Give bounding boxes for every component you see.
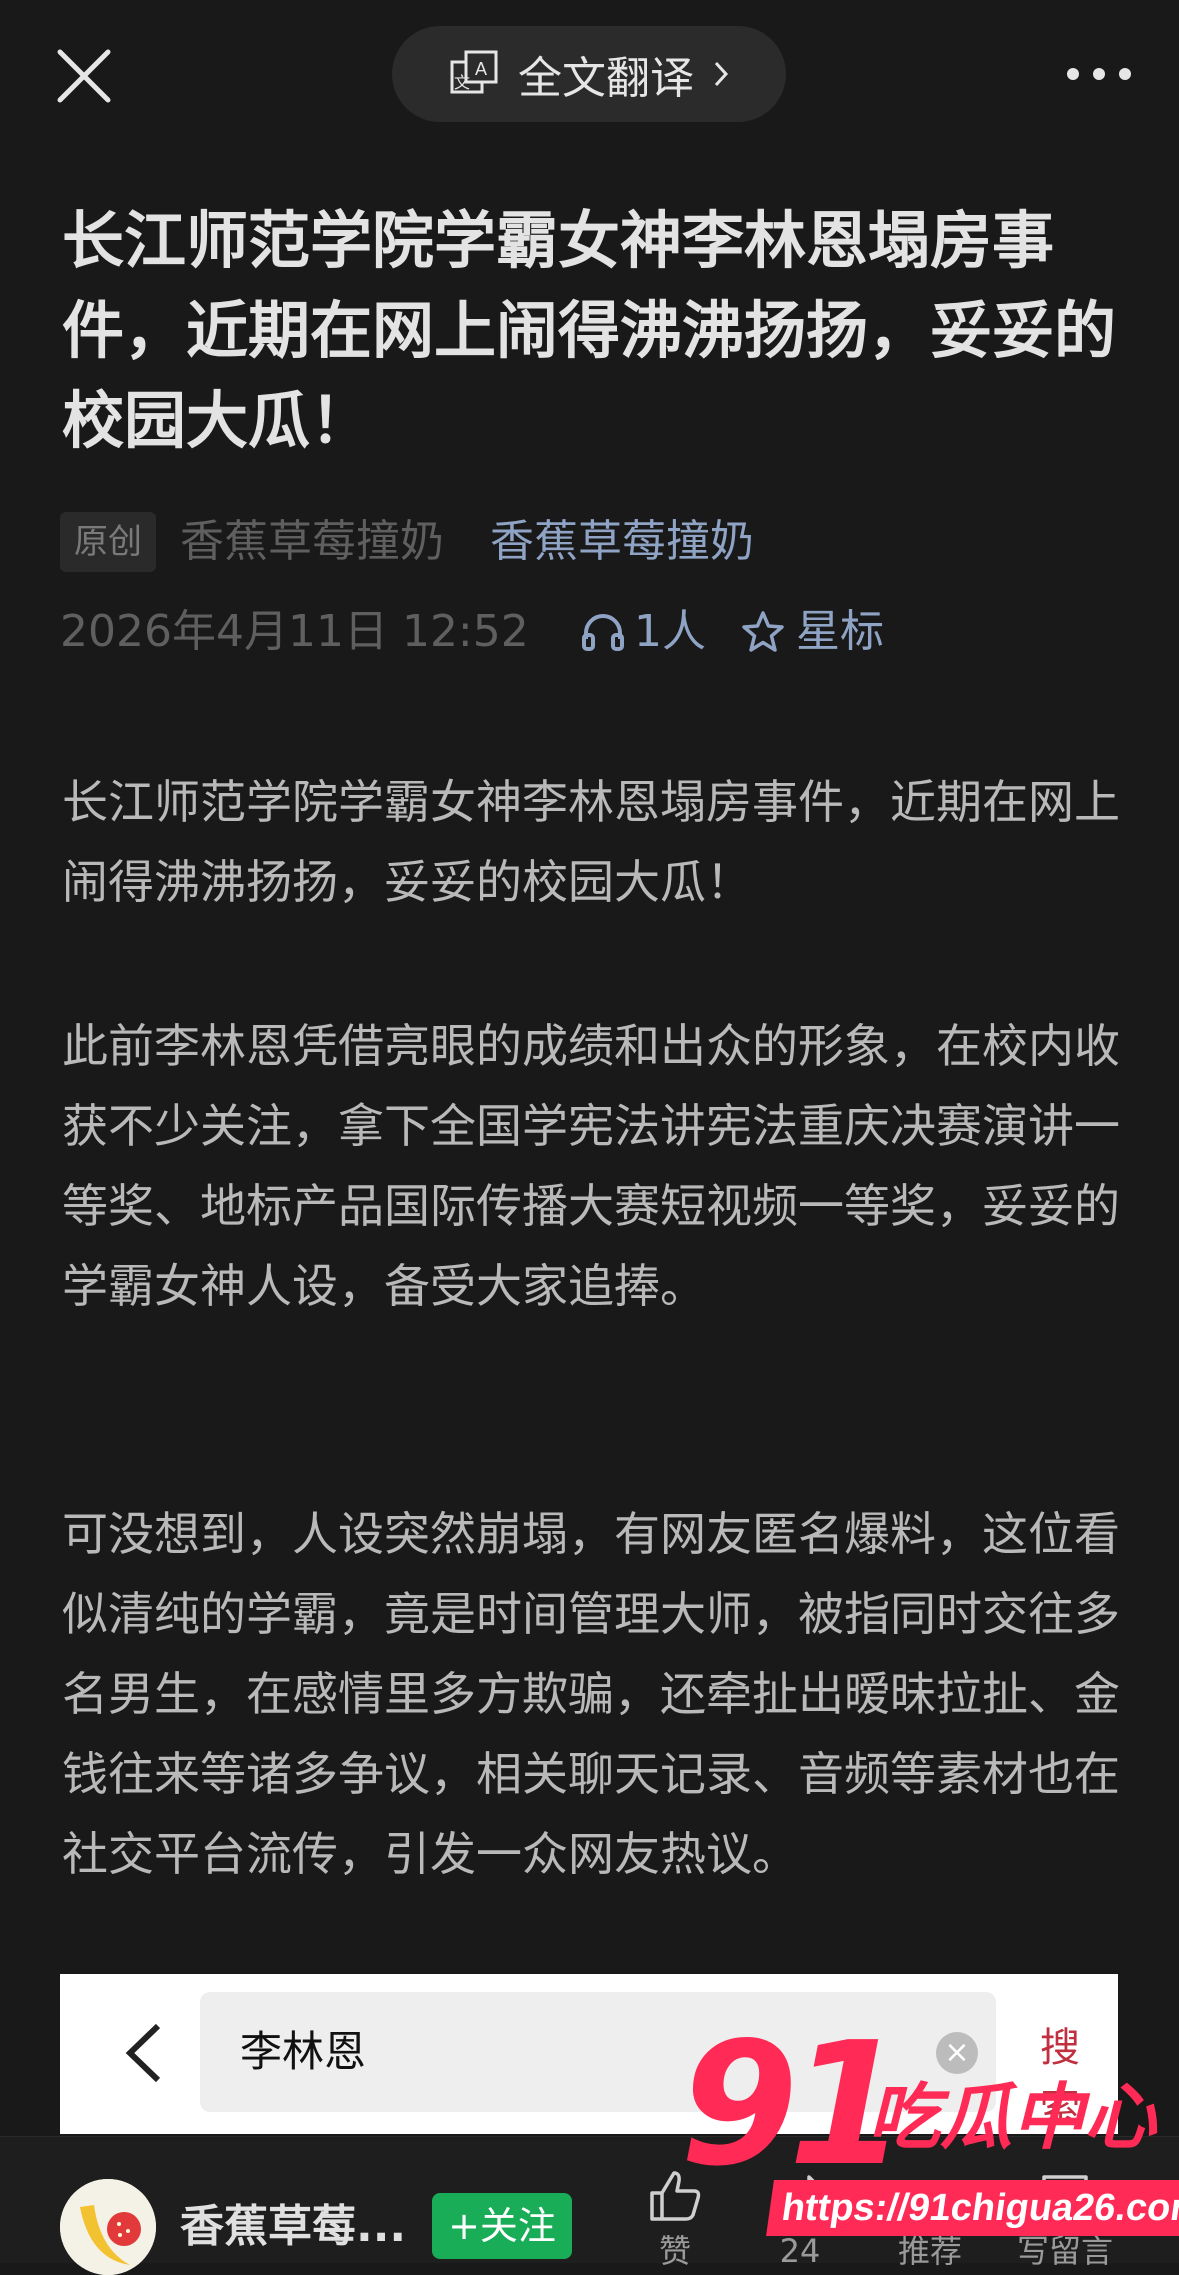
star-button[interactable]: 星标 — [740, 602, 884, 662]
watermark-number: 91 — [680, 2006, 907, 2204]
banana-strawberry-avatar-icon — [60, 2179, 156, 2275]
clear-icon: × — [936, 2032, 978, 2074]
embedded-search-query: 李林恩 — [240, 2027, 367, 2076]
recommend-label: 推荐 — [897, 2232, 962, 2270]
listener-count: 1人 — [634, 606, 706, 657]
svg-text:A: A — [475, 59, 487, 79]
bottom-author-name[interactable]: 香蕉草莓... — [180, 2197, 406, 2257]
author-name: 香蕉草莓撞奶 — [180, 516, 444, 567]
more-icon — [1067, 68, 1131, 80]
original-tag: 原创 — [60, 512, 156, 572]
avatar[interactable] — [60, 2179, 156, 2275]
close-icon — [57, 49, 111, 103]
account-link[interactable]: 香蕉草莓撞奶 — [490, 512, 754, 572]
more-button[interactable] — [1064, 56, 1134, 92]
count-label: 24 — [779, 2232, 821, 2270]
paragraph-3: 可没想到，人设突然崩塌，有网友匿名爆料，这位看似清纯的学霸，竟是时间管理大师，被… — [62, 1507, 1120, 1881]
article-title: 长江师范学院学霸女神李林恩塌房事件，近期在网上闹得沸沸扬扬，妥妥的校园大瓜！ — [62, 204, 1117, 457]
svg-text:文: 文 — [454, 73, 470, 92]
watermark-url: https://91chigua26.com — [766, 2180, 1179, 2236]
paragraph-2: 此前李林恩凭借亮眼的成绩和出众的形象，在校内收获不少关注，拿下全国学宪法讲宪法重… — [62, 1019, 1120, 1313]
comment-label: 写留言 — [1016, 2232, 1113, 2270]
headphones-icon — [582, 614, 624, 651]
like-label: 赞 — [658, 2232, 691, 2270]
publish-date: 2026年4月11日 12:52 — [60, 606, 529, 657]
translate-icon: A 文 — [450, 50, 498, 94]
follow-button[interactable]: +关注 — [432, 2193, 572, 2259]
back-arrow-icon — [120, 2018, 170, 2088]
listen-button[interactable]: 1人 — [580, 602, 706, 662]
chevron-right-icon — [714, 61, 729, 87]
watermark-text: 吃瓜中心 — [868, 2075, 1157, 2159]
paragraph-1: 长江师范学院学霸女神李林恩塌房事件，近期在网上闹得沸沸扬扬，妥妥的校园大瓜！ — [62, 775, 1120, 909]
star-label: 星标 — [796, 606, 884, 657]
translate-label: 全文翻译 — [518, 53, 694, 104]
full-translate-button[interactable]: A 文 全文翻译 — [392, 26, 786, 122]
close-button[interactable] — [52, 44, 116, 108]
star-icon — [742, 611, 784, 652]
